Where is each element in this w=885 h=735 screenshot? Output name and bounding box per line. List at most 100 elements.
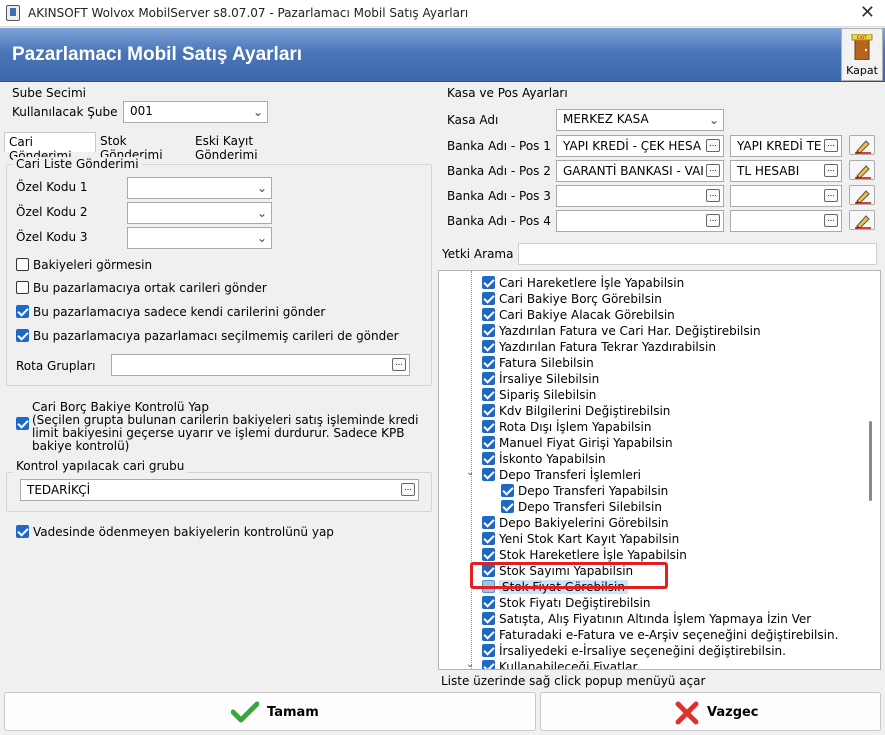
bakiye-gormesin-label: Bakiyeleri görmesin xyxy=(33,258,153,272)
tree-item-label: Yazdırılan Fatura Tekrar Yazdırabilsin xyxy=(499,340,716,354)
checkbox-checked-icon[interactable] xyxy=(482,644,495,657)
tree-item[interactable]: Stok Fiyatı Değiştirebilsin xyxy=(482,596,651,612)
ellipsis-button-icon[interactable]: ... xyxy=(706,164,720,177)
kontrol-cari-field[interactable]: TEDARİKÇİ ... xyxy=(20,479,419,501)
pos1-bank-field[interactable]: YAPI KREDİ - ÇEK HESA... xyxy=(556,135,724,157)
ozel-kodu-1-select[interactable]: ⌄ xyxy=(127,177,272,199)
tree-item[interactable]: Yazdırılan Fatura Tekrar Yazdırabilsin xyxy=(482,340,716,356)
ellipsis-button-icon[interactable]: ... xyxy=(824,189,838,202)
tree-item[interactable]: Yazdırılan Fatura ve Cari Har. Değiştire… xyxy=(482,324,761,340)
tree-item[interactable]: Cari Bakiye Alacak Görebilsin xyxy=(482,308,675,324)
tamam-button[interactable]: Tamam xyxy=(4,692,536,731)
secilmemis-cariler-checkbox[interactable]: Bu pazarlamacıya pazarlamacı seçilmemiş … xyxy=(16,329,399,343)
yetki-arama-input[interactable] xyxy=(518,243,877,265)
status-bar: Liste üzerinde sağ click popup menüyü aç… xyxy=(441,674,706,688)
chevron-down-icon: ⌄ xyxy=(708,113,719,127)
checkbox-checked-icon[interactable] xyxy=(482,548,495,561)
ellipsis-button-icon[interactable]: ... xyxy=(401,483,415,496)
tab-stok-gonderimi[interactable]: Stok Gönderimi xyxy=(96,132,192,162)
tree-item[interactable]: İrsaliye Silebilsin xyxy=(482,372,599,388)
pos2-bank-field[interactable]: GARANTİ BANKASI - VAI... xyxy=(556,160,724,182)
vazgec-button[interactable]: Vazgec xyxy=(540,692,881,731)
ellipsis-button-icon[interactable]: ... xyxy=(824,139,838,152)
tree-item[interactable]: Depo Bakiyelerini Görebilsin xyxy=(482,516,669,532)
checkbox-checked-icon[interactable] xyxy=(482,420,495,433)
ellipsis-button-icon[interactable]: ... xyxy=(706,139,720,152)
pos3-account-field[interactable]: ... xyxy=(730,185,842,207)
pos1-edit-button[interactable] xyxy=(849,135,875,155)
pos3-bank-field[interactable]: ... xyxy=(556,185,724,207)
kendi-cariler-checkbox[interactable]: Bu pazarlamacıya sadece kendi carilerini… xyxy=(16,305,325,319)
rota-gruplari-label: Rota Grupları xyxy=(16,359,96,373)
checkbox-checked-icon[interactable] xyxy=(482,452,495,465)
tab-cari-gonderimi[interactable]: Cari Gönderimi xyxy=(4,132,96,163)
ellipsis-button-icon[interactable]: ... xyxy=(824,164,838,177)
tab-eski-kayit-gonderimi[interactable]: Eski Kayıt Gönderimi xyxy=(191,132,321,162)
checkbox-checked-icon[interactable] xyxy=(482,340,495,353)
checkbox-checked-icon[interactable] xyxy=(482,436,495,449)
ellipsis-button-icon[interactable]: ... xyxy=(392,358,406,371)
tree-item[interactable]: Cari Bakiye Borç Görebilsin xyxy=(482,292,662,308)
checkbox-checked-icon[interactable] xyxy=(482,388,495,401)
bakiye-gormesin-checkbox[interactable]: Bakiyeleri görmesin xyxy=(16,258,152,272)
close-icon[interactable]: ✕ xyxy=(860,2,875,24)
checkbox-checked-icon[interactable] xyxy=(482,372,495,385)
scroll-thumb[interactable] xyxy=(869,421,872,501)
pos4-account-field[interactable]: ... xyxy=(730,210,842,232)
tree-scrollbar[interactable] xyxy=(863,271,880,669)
checkbox-checked-icon[interactable] xyxy=(482,308,495,321)
checkbox-checked-icon[interactable] xyxy=(501,484,514,497)
pencil-icon xyxy=(855,190,871,204)
tree-item[interactable]: Kullanabileceği Fiyatlar xyxy=(482,660,637,669)
checkbox-checked-icon[interactable] xyxy=(482,324,495,337)
ortak-cariler-checkbox[interactable]: Bu pazarlamacıya ortak carileri gönder xyxy=(16,281,267,295)
vadesinde-label: Vadesinde ödenmeyen bakiyelerin kontrolü… xyxy=(33,525,334,539)
tree-item[interactable]: Sipariş Silebilsin xyxy=(482,388,596,404)
tree-item[interactable]: Cari Hareketlere İşle Yapabilsin xyxy=(482,276,684,292)
rota-gruplari-field[interactable]: ... xyxy=(111,354,410,376)
checkbox-checked-icon[interactable] xyxy=(482,356,495,369)
tree-item[interactable]: Faturadaki e-Fatura ve e-Arşiv seçeneğin… xyxy=(482,628,838,644)
tree-item[interactable]: Depo Transferi Yapabilsin xyxy=(501,484,668,500)
tree-item[interactable]: Depo Transferi Silebilsin xyxy=(501,500,662,516)
checkbox-checked-icon[interactable] xyxy=(501,500,514,513)
pos4-edit-button[interactable] xyxy=(849,210,875,230)
pos2-edit-button[interactable] xyxy=(849,160,875,180)
checkbox-checked-icon[interactable] xyxy=(482,276,495,289)
kasa-adi-select[interactable]: MERKEZ KASA ⌄ xyxy=(556,109,724,131)
borc-kontrol-checkbox[interactable] xyxy=(16,417,33,431)
tree-item[interactable]: Kdv Bilgilerini Değiştirebilsin xyxy=(482,404,670,420)
checkbox-checked-icon[interactable] xyxy=(482,516,495,529)
pos1-account-field[interactable]: YAPI KREDİ TE... xyxy=(730,135,842,157)
checkbox-checked-icon[interactable] xyxy=(482,628,495,641)
pos3-edit-button[interactable] xyxy=(849,185,875,205)
tree-item[interactable]: İskonto Yapabilsin xyxy=(482,452,606,468)
tree-item[interactable]: Yeni Stok Kart Kayıt Yapabilsin xyxy=(482,532,679,548)
pos4-bank-field[interactable]: ... xyxy=(556,210,724,232)
tree-item[interactable]: Satışta, Alış Fiyatının Altında İşlem Ya… xyxy=(482,612,811,628)
pos2-account-field[interactable]: TL HESABI... xyxy=(730,160,842,182)
ozel-kodu-3-select[interactable]: ⌄ xyxy=(127,227,272,249)
expand-chevron-icon[interactable]: ⌄ xyxy=(466,659,474,669)
permission-tree[interactable]: Cari Hareketlere İşle Yapabilsin Cari Bak… xyxy=(438,270,881,670)
tree-item[interactable]: Rota Dışı İşlem Yapabilsin xyxy=(482,420,651,436)
kapat-button[interactable]: EXIT Kapat xyxy=(841,28,883,81)
tree-item[interactable]: İrsaliyedeki e-İrsaliye seçeneğini değiş… xyxy=(482,644,786,660)
kullanilacak-sube-select[interactable]: 001 ⌄ xyxy=(123,101,268,123)
vadesinde-checkbox[interactable]: Vadesinde ödenmeyen bakiyelerin kontrolü… xyxy=(16,525,334,539)
checkbox-checked-icon[interactable] xyxy=(482,468,495,481)
checkbox-checked-icon[interactable] xyxy=(482,612,495,625)
checkbox-checked-icon[interactable] xyxy=(482,660,495,669)
tree-item[interactable]: Manuel Fiyat Girişi Yapabilsin xyxy=(482,436,673,452)
tree-item[interactable]: Depo Transferi İşlemleri xyxy=(482,468,641,484)
checkbox-checked-icon[interactable] xyxy=(482,404,495,417)
checkbox-checked-icon[interactable] xyxy=(482,596,495,609)
ozel-kodu-2-select[interactable]: ⌄ xyxy=(127,202,272,224)
checkbox-checked-icon[interactable] xyxy=(482,532,495,545)
ellipsis-button-icon[interactable]: ... xyxy=(706,189,720,202)
expand-chevron-icon[interactable]: ⌄ xyxy=(466,467,474,478)
ellipsis-button-icon[interactable]: ... xyxy=(824,214,838,227)
tree-item[interactable]: Fatura Silebilsin xyxy=(482,356,594,372)
ellipsis-button-icon[interactable]: ... xyxy=(706,214,720,227)
checkbox-checked-icon[interactable] xyxy=(482,292,495,305)
